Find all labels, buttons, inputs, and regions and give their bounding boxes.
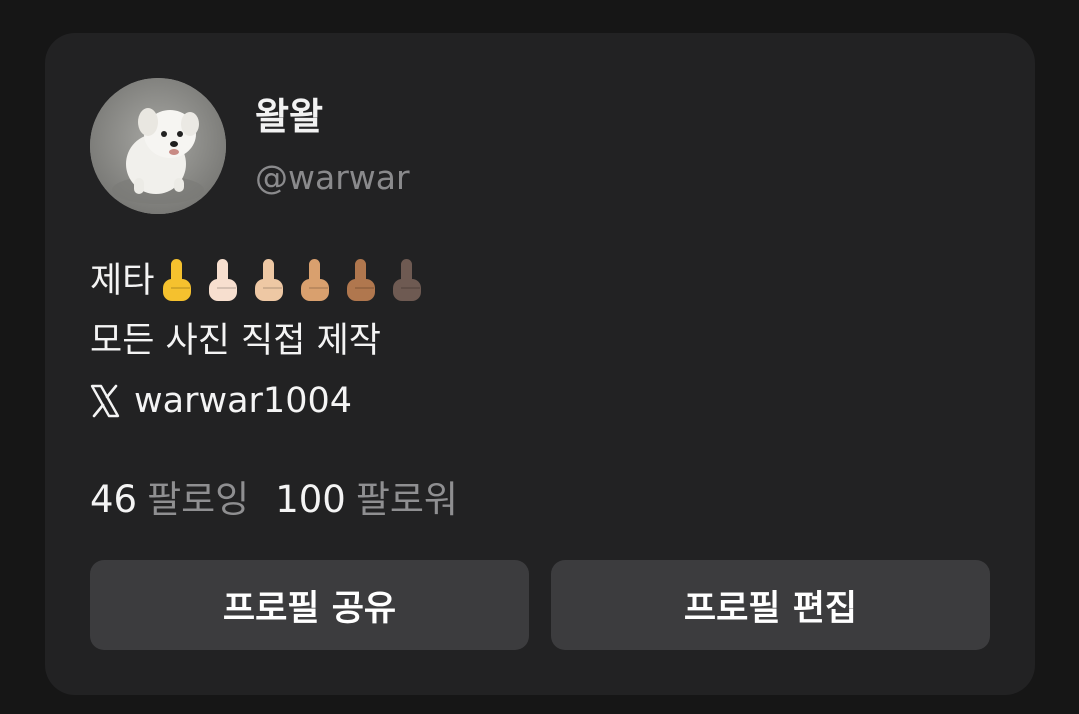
follow-stats: 46 팔로잉 100 팔로워: [90, 481, 458, 518]
display-name: 왈왈: [255, 95, 324, 138]
middle-finger-emoji-row: [156, 257, 432, 305]
edit-profile-button[interactable]: 프로필 편집: [551, 560, 990, 650]
following-label[interactable]: 팔로잉: [147, 481, 249, 518]
bio-line-1: 제타: [90, 251, 432, 311]
profile-bio: 제타 모든 사진 직접 제작 warwar1004: [90, 251, 432, 431]
middle-finger-medium-icon: [301, 259, 330, 301]
dog-photo-icon: [90, 78, 226, 214]
bio-line-1-text: 제타: [90, 260, 155, 301]
x-logo-icon: [90, 384, 120, 418]
followers-label[interactable]: 팔로워: [356, 481, 458, 518]
share-profile-button[interactable]: 프로필 공유: [90, 560, 529, 650]
bio-line-3[interactable]: warwar1004: [90, 371, 432, 431]
followers-count[interactable]: 100: [275, 481, 346, 518]
middle-finger-dark-icon: [393, 259, 422, 301]
middle-finger-light-icon: [209, 259, 238, 301]
middle-finger-medium-dark-icon: [347, 259, 376, 301]
profile-card: 왈왈 @warwar 제타 모든 사진 직접 제작 warwar1004 46 …: [45, 33, 1035, 695]
middle-finger-default-icon: [163, 259, 192, 301]
username-handle: @warwar: [255, 158, 410, 197]
profile-avatar[interactable]: [90, 78, 226, 214]
following-count[interactable]: 46: [90, 481, 137, 518]
x-account-link[interactable]: warwar1004: [134, 383, 352, 419]
middle-finger-medium-light-icon: [255, 259, 284, 301]
bio-line-2: 모든 사진 직접 제작: [90, 320, 381, 361]
